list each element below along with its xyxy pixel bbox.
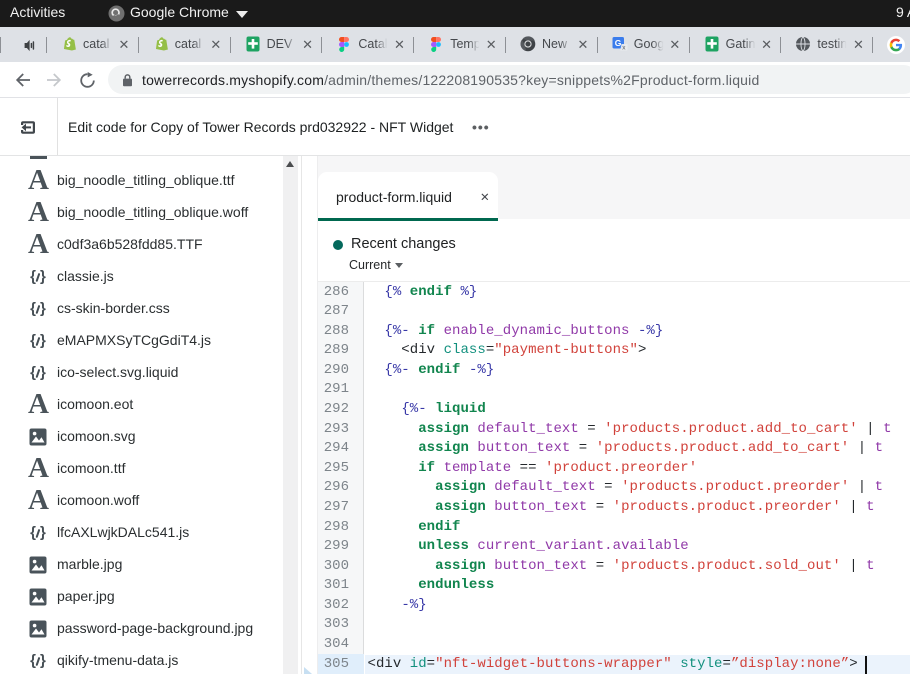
svg-text:G: G bbox=[615, 38, 622, 48]
